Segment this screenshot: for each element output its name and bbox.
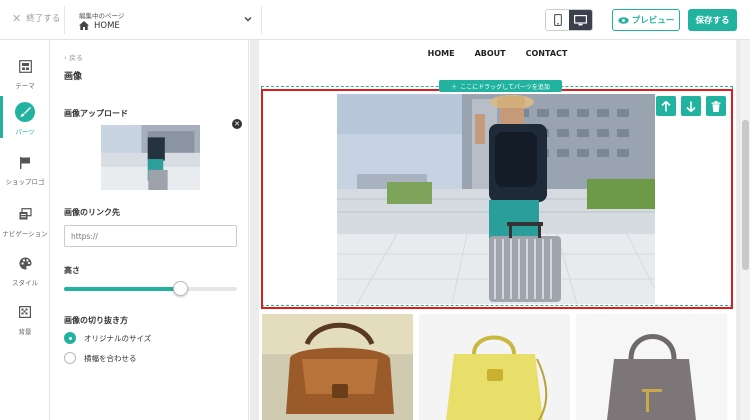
rail-item-label: スタイル <box>12 279 38 287</box>
navigation-icon <box>15 204 35 224</box>
rail-item-navigation[interactable]: ナビゲーション <box>0 198 50 248</box>
desktop-view-button[interactable] <box>569 10 592 30</box>
radio-button[interactable] <box>64 332 76 344</box>
palette-icon <box>15 253 35 273</box>
background-icon <box>15 302 35 322</box>
rail-item-theme[interactable]: テーマ <box>0 50 50 100</box>
height-slider-fill <box>64 287 180 291</box>
arrow-up-icon <box>661 100 671 111</box>
height-label: 高さ <box>64 266 80 275</box>
site-nav: HOME ABOUT CONTACT <box>259 40 736 66</box>
height-slider-handle[interactable] <box>172 281 188 296</box>
back-label: 戻る <box>69 54 84 62</box>
page-canvas: HOME ABOUT CONTACT ＋ ここにドラッグしてパーツを追加 <box>250 40 750 420</box>
current-page-name: HOME <box>94 21 120 31</box>
height-slider[interactable] <box>64 281 237 296</box>
rail-item-label: 背景 <box>18 328 32 336</box>
nav-home[interactable]: HOME <box>428 49 455 58</box>
back-link[interactable]: ‹ 戻る <box>64 53 83 63</box>
rail-item-label: テーマ <box>15 82 35 90</box>
panel-title: 画像 <box>64 72 83 82</box>
eye-icon <box>618 16 629 24</box>
top-bar: ✕ 終了する 編集中のページ HOME プレビュー 保存する <box>0 0 750 40</box>
delete-block-button[interactable] <box>706 96 726 116</box>
site-preview: HOME ABOUT CONTACT ＋ ここにドラッグしてパーツを追加 <box>259 40 736 420</box>
mobile-view-button[interactable] <box>546 10 569 30</box>
nav-about[interactable]: ABOUT <box>475 49 506 58</box>
plus-icon: ＋ <box>451 83 458 91</box>
page-selector-caption: 編集中のページ <box>79 12 125 20</box>
scrollbar-thumb[interactable] <box>742 120 749 270</box>
drop-target-tag[interactable]: ＋ ここにドラッグしてパーツを追加 <box>439 80 562 92</box>
remove-image-button[interactable]: ✕ <box>232 119 242 129</box>
radio-label: オリジナルのサイズ <box>84 333 152 343</box>
chevron-down-icon <box>244 17 252 22</box>
theme-icon <box>15 56 35 76</box>
canvas-scrollbar[interactable] <box>739 40 750 420</box>
close-icon: ✕ <box>12 11 22 25</box>
rail-item-label: ナビゲーション <box>2 230 48 238</box>
rail-item-parts[interactable]: パーツ <box>0 96 50 146</box>
link-url-input[interactable] <box>64 225 237 247</box>
exit-button[interactable]: ✕ 終了する <box>12 11 61 25</box>
radio-label: 横幅を合わせる <box>84 353 137 363</box>
brush-icon <box>15 102 35 122</box>
divider <box>64 6 65 34</box>
rail-item-label: パーツ <box>15 128 35 136</box>
drop-target-label: ここにドラッグしてパーツを追加 <box>460 83 550 91</box>
uploaded-image-thumbnail[interactable] <box>101 125 200 190</box>
move-up-button[interactable] <box>656 96 676 116</box>
rail-item-style[interactable]: スタイル <box>0 247 50 297</box>
crop-option-fit-width[interactable]: 横幅を合わせる <box>64 352 137 364</box>
crop-option-original[interactable]: オリジナルのサイズ <box>64 332 151 344</box>
preview-label: プレビュー <box>631 16 675 26</box>
page-selector[interactable]: 編集中のページ HOME <box>70 6 256 34</box>
arrow-down-icon <box>686 101 696 112</box>
tool-rail: テーマ パーツ ショップロゴ ナビゲーション スタイル 背景 <box>0 40 50 420</box>
rail-item-shop-logo[interactable]: ショップロゴ <box>0 146 50 196</box>
radio-button[interactable] <box>64 352 76 364</box>
gallery-image-yellow-bag[interactable] <box>419 314 570 420</box>
home-icon <box>79 21 89 30</box>
gallery-image-brown-bag[interactable] <box>262 314 413 420</box>
exit-label: 終了する <box>26 14 61 24</box>
upload-label: 画像アップロード <box>64 109 128 118</box>
preview-button[interactable]: プレビュー <box>612 9 680 31</box>
rail-item-label: ショップロゴ <box>5 178 45 186</box>
gallery-image-gray-bag[interactable] <box>576 314 727 420</box>
nav-contact[interactable]: CONTACT <box>526 49 568 58</box>
move-down-button[interactable] <box>681 96 701 116</box>
device-toggle <box>545 9 593 31</box>
selected-block-outline <box>261 89 733 309</box>
smartphone-icon <box>553 14 562 26</box>
trash-icon <box>711 100 721 112</box>
link-label: 画像のリンク先 <box>64 208 120 217</box>
image-settings-panel: ‹ 戻る 画像 画像アップロード ✕ 画像のリンク先 高さ 画像の切り抜き方 オ… <box>51 40 249 420</box>
block-actions <box>656 96 726 116</box>
product-gallery <box>262 314 730 420</box>
desktop-icon <box>574 14 587 25</box>
rail-item-background[interactable]: 背景 <box>0 296 50 346</box>
crop-label: 画像の切り抜き方 <box>64 316 128 325</box>
flag-icon <box>15 152 35 172</box>
divider <box>261 6 262 34</box>
save-button[interactable]: 保存する <box>688 9 737 31</box>
